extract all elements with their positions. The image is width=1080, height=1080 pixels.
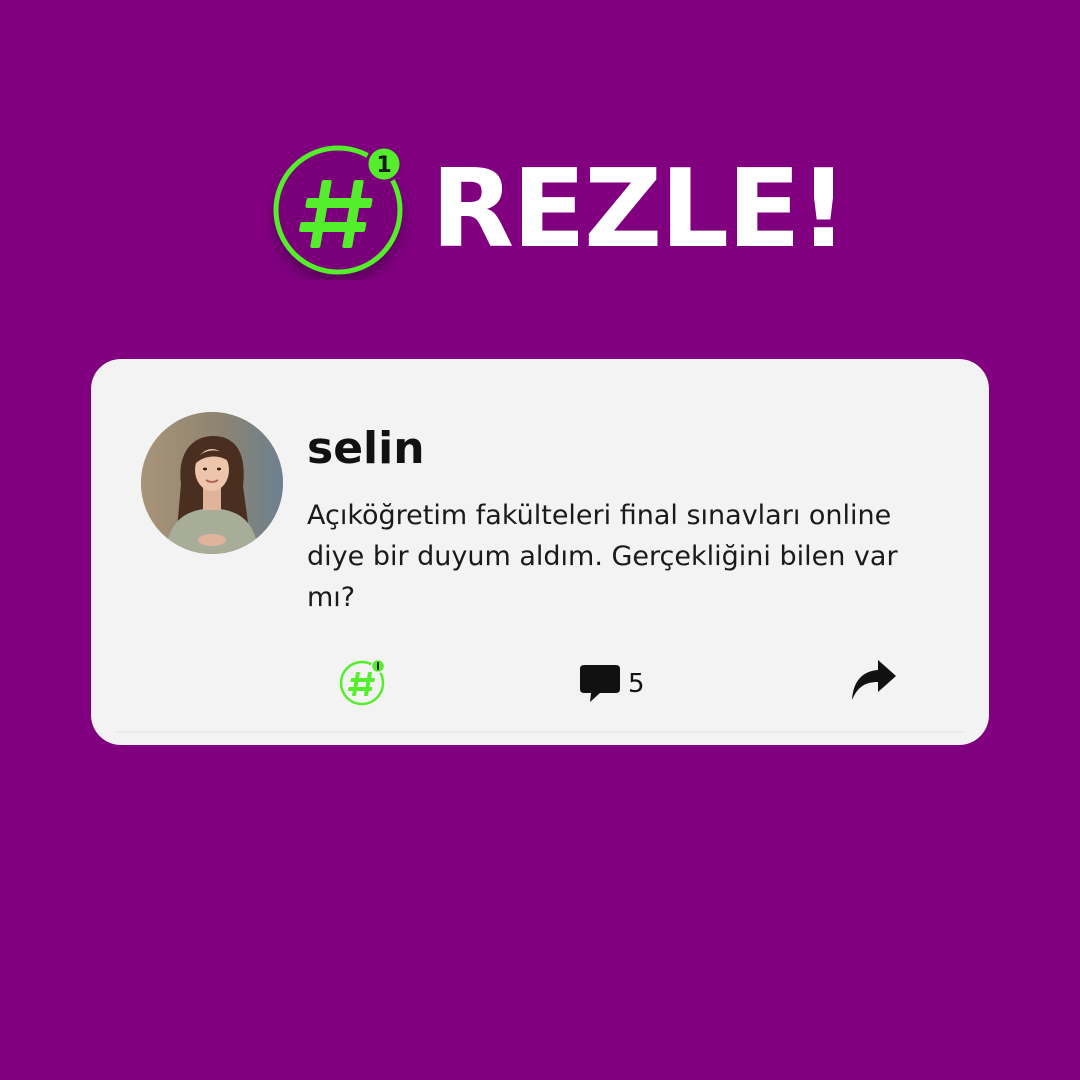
- speech-bubble-icon: [580, 665, 620, 702]
- comment-button[interactable]: 5: [578, 660, 645, 708]
- post-author-name[interactable]: selin: [307, 423, 425, 475]
- post-card: selin Açıköğretim fakülteleri final sına…: [91, 359, 989, 745]
- share-button[interactable]: [848, 658, 898, 704]
- post-text: Açıköğretim fakülteleri final sınavları …: [307, 500, 898, 613]
- share-arrow-icon: [852, 660, 896, 700]
- post-actions-bar: 5: [91, 654, 989, 710]
- hashtag-badge-icon: [339, 658, 386, 706]
- svg-text:1: 1: [376, 153, 391, 178]
- user-avatar[interactable]: [141, 412, 283, 554]
- comment-count: 5: [628, 669, 645, 699]
- hashtag-button[interactable]: [338, 656, 390, 706]
- hashtag-logo-icon: 1: [273, 145, 403, 275]
- brand-title: REZLE!: [431, 147, 848, 272]
- brand-header: 1 REZLE!: [268, 140, 848, 280]
- card-divider: [115, 731, 963, 733]
- user-avatar-photo-icon: [141, 412, 283, 554]
